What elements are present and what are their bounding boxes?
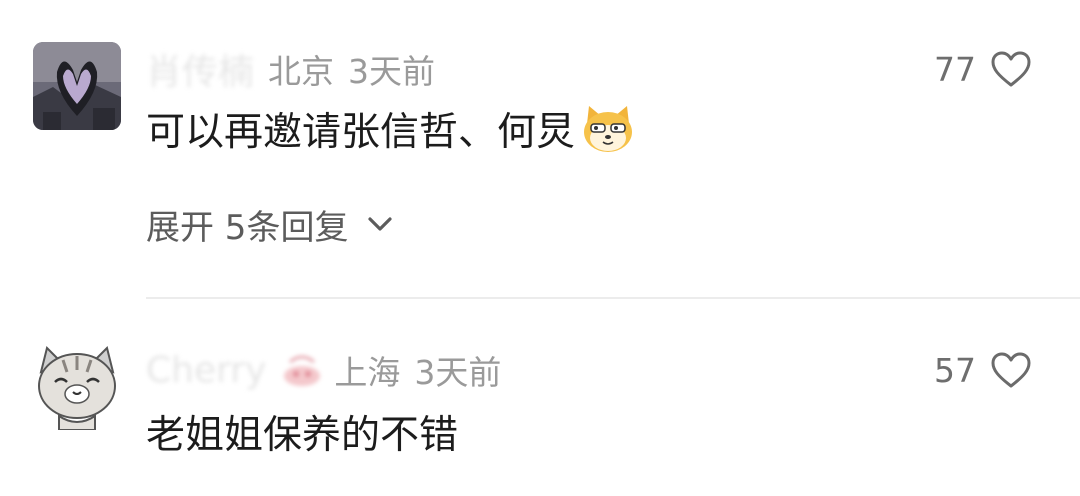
location: 上海 [334,353,401,392]
avatar[interactable] [33,42,121,130]
comment-list: 肖传楠 北京 3天前 77 可以再邀请张信哲、何炅 展开 5条回复 Cherry… [0,0,1080,496]
comment-body: 老姐姐保养的不错 [146,413,459,458]
like-button[interactable]: 77 [934,44,1032,94]
comment-meta: 肖传楠 北京 3天前 [146,44,435,94]
comment-text: 可以再邀请张信哲、何炅 [146,101,635,157]
comment-divider [146,297,1080,299]
expand-replies-label: 展开 5条回复 [146,207,349,248]
like-count: 77 [934,49,976,89]
username[interactable]: 肖传楠 [146,43,254,95]
avatar-image-cartoon-cat [33,342,121,430]
expand-replies-button[interactable]: 展开 5条回复 [146,198,394,250]
doge-cat-emoji-icon [584,106,633,152]
avatar-image-hands-heart [33,42,121,130]
decorative-sticker-icon [284,355,321,386]
avatar[interactable] [33,342,121,430]
username[interactable]: Cherry [146,350,266,391]
comment-meta: Cherry 上海 3天前 [146,345,501,395]
heart-icon[interactable] [990,50,1032,88]
like-button[interactable]: 57 [934,345,1032,395]
heart-icon[interactable] [990,351,1032,389]
chevron-down-icon [368,217,393,231]
comment-body: 可以再邀请张信哲、何炅 [146,110,576,155]
timestamp: 3天前 [348,52,436,91]
comment-text: 老姐姐保养的不错 [146,404,458,460]
like-count: 57 [934,350,976,390]
location: 北京 [268,52,335,91]
timestamp: 3天前 [414,353,502,392]
